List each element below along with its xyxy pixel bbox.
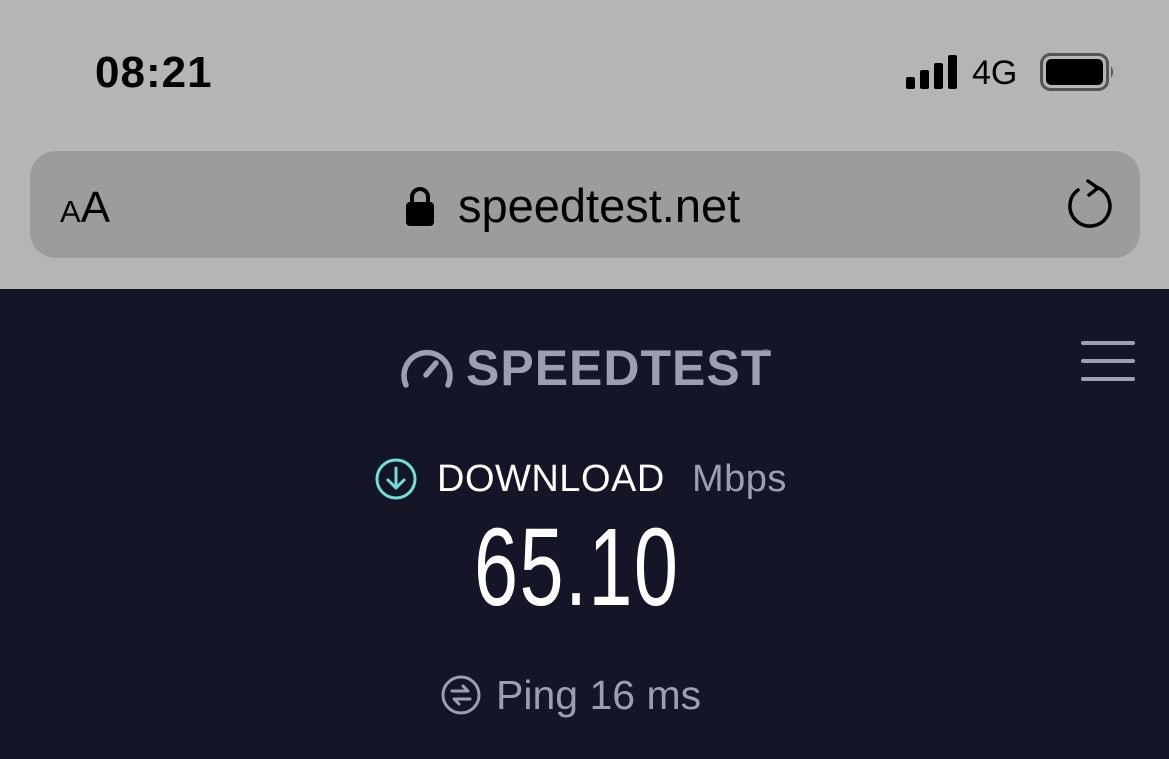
battery-icon [1040,53,1113,91]
network-type: 4G [972,54,1018,92]
download-label: DOWNLOAD [437,458,665,500]
lock-icon [406,187,434,226]
ping-icon [441,675,481,715]
signal-strength-icon [906,55,957,89]
registered-mark: ® [762,348,770,359]
url-text[interactable]: speedtest.net [458,178,740,234]
download-arrow-icon [375,458,417,500]
reload-icon[interactable] [1062,178,1118,234]
text-size-large-label: A [80,183,111,232]
speedometer-icon [401,349,453,388]
download-speed-value: 65.10 [474,506,680,629]
text-size-small-label: A [60,194,81,229]
hamburger-menu-icon[interactable] [1080,340,1136,382]
status-time: 08:21 [95,48,213,97]
ping-text: Ping 16 ms [496,672,702,718]
text-size-button[interactable]: AA [60,183,110,243]
browser-chrome: 08:21 4G AA speedtest.net [0,0,1169,289]
download-unit: Mbps [692,458,787,500]
speedtest-logo[interactable]: SPEEDTEST [466,338,772,398]
